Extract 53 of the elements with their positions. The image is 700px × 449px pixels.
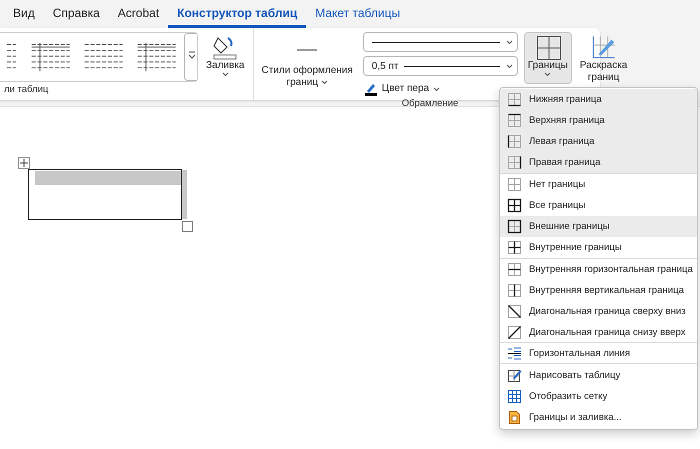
- menu-item[interactable]: Левая граница: [500, 131, 697, 153]
- diagonal-up-border-icon: [507, 324, 522, 340]
- caret-icon: [320, 80, 328, 84]
- border-styles-button[interactable]: Стили оформления границ: [258, 32, 357, 90]
- shading-button[interactable]: Заливка: [202, 32, 248, 78]
- caret-icon: [433, 86, 440, 92]
- menu-item[interactable]: Внешние границы: [500, 216, 697, 238]
- border-icon: [507, 113, 522, 128]
- menu-item[interactable]: Диагональная граница снизу вверх: [500, 322, 697, 344]
- border-icon: [507, 155, 522, 170]
- menu-item[interactable]: Нижняя граница: [500, 89, 697, 110]
- menu-item[interactable]: Диагональная граница сверху вниз: [500, 300, 697, 322]
- line-icon: [296, 47, 318, 53]
- border-icon: [507, 240, 522, 255]
- group-label: Обрамление: [400, 98, 460, 109]
- ribbon-tab[interactable]: Макет таблицы: [306, 0, 410, 28]
- borders-icon: [534, 34, 561, 60]
- group-label: ли таблиц: [4, 84, 50, 97]
- caret-icon: [222, 72, 229, 76]
- document-icon: [507, 410, 522, 425]
- menu-item[interactable]: Все границы: [500, 194, 697, 216]
- pen-icon: [364, 82, 378, 96]
- border-painter-icon: [590, 34, 617, 60]
- horizontal-line-icon: [507, 346, 522, 361]
- menu-item[interactable]: Внутренняя горизонтальная граница: [500, 258, 697, 280]
- grid-icon: [507, 388, 522, 404]
- gallery-more-button[interactable]: [184, 33, 198, 81]
- menu-item[interactable]: Правая граница: [500, 152, 697, 174]
- line-weight-dropdown[interactable]: 0,5 пт: [362, 56, 518, 76]
- border-icon: [507, 198, 522, 214]
- border-painter-button[interactable]: Раскраска границ: [576, 32, 632, 85]
- diagonal-down-border-icon: [507, 304, 522, 319]
- ribbon-tab[interactable]: Acrobat: [108, 0, 168, 28]
- border-icon: [507, 92, 522, 108]
- border-icon: [507, 282, 522, 298]
- menu-item[interactable]: Внутренняя вертикальная граница: [500, 280, 697, 301]
- menu-item[interactable]: Границы и заливка...: [500, 406, 697, 428]
- menu-item[interactable]: Нарисовать таблицу: [500, 364, 697, 386]
- ribbon-tab[interactable]: Справка: [44, 0, 109, 28]
- line-style-dropdown[interactable]: [362, 32, 518, 52]
- border-icon: [507, 219, 522, 234]
- border-icon: [507, 134, 522, 150]
- menu-item[interactable]: Горизонтальная линия: [500, 343, 697, 364]
- menu-item[interactable]: Отобразить сетку: [500, 386, 697, 407]
- ribbon-tab[interactable]: Вид: [4, 0, 44, 28]
- menu-item[interactable]: Верхняя граница: [500, 110, 697, 132]
- menu-item[interactable]: Нет границы: [500, 174, 697, 195]
- border-icon: [507, 262, 522, 277]
- draw-table-icon: [507, 368, 522, 383]
- borders-button[interactable]: Границы: [524, 32, 572, 84]
- caret-icon: [544, 72, 552, 76]
- border-icon: [507, 176, 522, 192]
- menu-item[interactable]: Внутренние границы: [500, 237, 697, 258]
